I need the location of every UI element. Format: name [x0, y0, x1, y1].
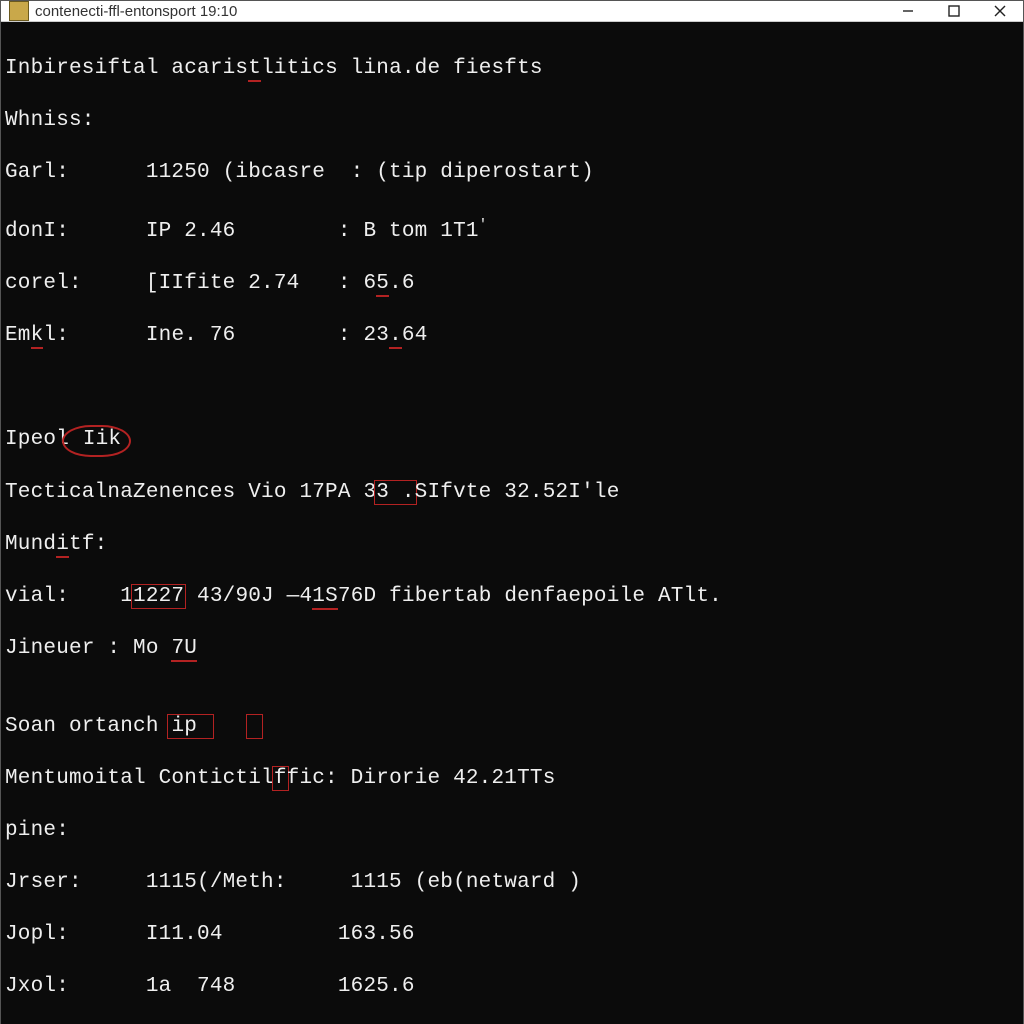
terminal-line: donI: IP 2.46 : B tom 1T1' [5, 212, 1024, 245]
red-circle-annotation: Iik [62, 425, 131, 457]
red-underline: k [31, 324, 44, 349]
terminal-line: Emkl: Ine. 76 : 23.64 [5, 323, 1024, 349]
red-box-annotation: 3 . [374, 480, 416, 505]
terminal-line: Munditf: [5, 532, 1024, 558]
terminal-line: Ipeol Iik [5, 427, 1024, 454]
terminal-line: TecticalnaZenences Vio 17PA 33 .SIfvte 3… [5, 480, 1024, 506]
terminal-line: Jopl: I11.04 163.56 [5, 922, 1024, 948]
red-underline: 1S [312, 585, 338, 610]
window-controls [885, 1, 1023, 21]
terminal-line: Garl: 11250 (ibcasre : (tip diperostart) [5, 160, 1024, 186]
red-underline: 5 [376, 272, 389, 297]
terminal-line: Soan ortanch ip [5, 714, 1024, 740]
terminal-line: Mentumoital Contictilffic: Dirorie 42.21… [5, 766, 1024, 792]
terminal-line: Inbiresiftal acaristlitics lina.de fiesf… [5, 56, 1024, 82]
maximize-button[interactable] [931, 1, 977, 21]
close-button[interactable] [977, 1, 1023, 21]
red-underline: t [248, 57, 261, 82]
terminal-line: corel: [IIfite 2.74 : 65.6 [5, 271, 1024, 297]
terminal-line: pine: [5, 818, 1024, 844]
terminal-output[interactable]: Inbiresiftal acaristlitics lina.de fiesf… [1, 22, 1024, 1024]
terminal-line: Jrser: 1115(/Meth: 1115 (eb(netward ) [5, 870, 1024, 896]
app-window: contenecti-ffl-entonsport 19:10 Inbiresi… [0, 0, 1024, 1024]
app-icon [9, 1, 29, 21]
titlebar[interactable]: contenecti-ffl-entonsport 19:10 [1, 1, 1023, 22]
terminal-line: vial: 11227 43/90J —41S76D fibertab denf… [5, 584, 1024, 610]
red-box-annotation [246, 714, 263, 739]
window-title: contenecti-ffl-entonsport 19:10 [35, 3, 885, 20]
terminal-line: Jxol: 1a 748 1625.6 [5, 974, 1024, 1000]
client-area: Inbiresiftal acaristlitics lina.de fiesf… [1, 22, 1023, 1024]
terminal-line: Jineuer : Mo 7U [5, 636, 1024, 662]
red-underline: i [56, 533, 69, 558]
red-underline: 7U [171, 637, 197, 662]
red-box-annotation: 1227 [131, 584, 186, 609]
red-box-annotation: ip [167, 714, 213, 739]
red-underline: . [389, 324, 402, 349]
terminal-line: Whniss: [5, 108, 1024, 134]
minimize-button[interactable] [885, 1, 931, 21]
